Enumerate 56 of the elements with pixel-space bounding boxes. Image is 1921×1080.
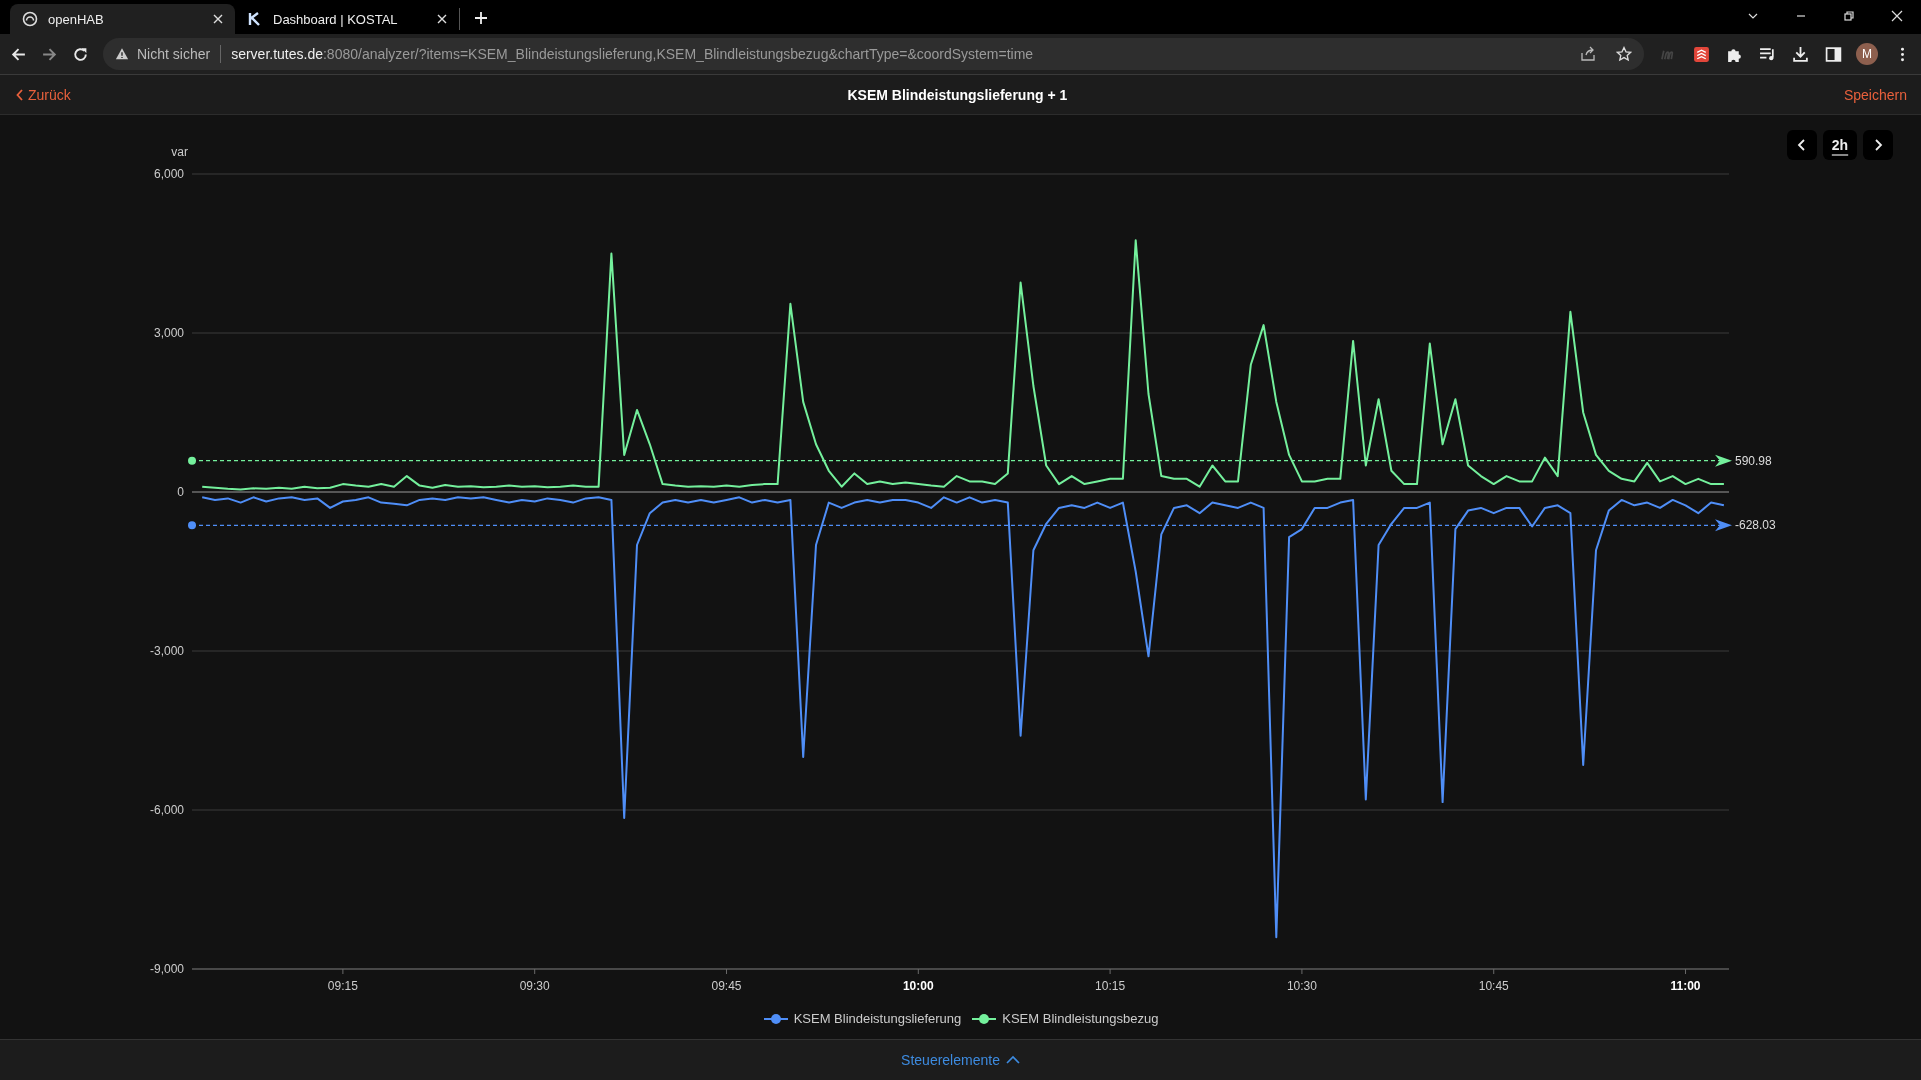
x-tick-label: 10:00: [902, 979, 934, 993]
star-icon[interactable]: [1616, 46, 1632, 62]
close-icon[interactable]: [213, 14, 223, 24]
plus-icon[interactable]: [474, 11, 488, 25]
media-list-icon[interactable]: [1759, 45, 1776, 63]
stack-logo-icon[interactable]: [1693, 45, 1710, 63]
page-title: KSEM Blindeistungslieferung + 1: [847, 86, 1068, 103]
chevron-left-icon: [1797, 138, 1807, 152]
profile-avatar[interactable]: M: [1856, 43, 1878, 65]
line-start-marker: [188, 456, 196, 465]
x-tick-label: 10:45: [1478, 979, 1509, 993]
line-start-marker: [188, 521, 196, 530]
save-link[interactable]: Speichern: [1843, 86, 1907, 103]
x-tick-label: 09:15: [327, 979, 358, 993]
x-tick-label: 10:30: [1286, 979, 1317, 993]
arrowhead-marker: [1715, 454, 1732, 467]
reload-icon[interactable]: [72, 45, 89, 63]
y-tick-label: -3,000: [149, 644, 184, 658]
x-tick-label: 09:45: [711, 979, 742, 993]
y-tick-label: 0: [177, 485, 184, 499]
address-bar[interactable]: Nicht sicher server.tutes.de:8080/analyzer/?items=KSEM_Blindeistungslieferung,KSEM_Blindleistungsbezug&chartType=&coordSystem=time: [103, 38, 1644, 70]
y-tick-label: 6,000: [153, 167, 184, 181]
legend-marker-icon: [971, 1012, 998, 1025]
chevron-up-icon: [1005, 1055, 1020, 1065]
browser-tab[interactable]: Dashboard | KOSTAL: [235, 8, 460, 30]
arrowhead-marker: [1715, 519, 1732, 532]
restore-icon[interactable]: [1843, 10, 1855, 22]
close-icon[interactable]: [1891, 10, 1903, 22]
download-icon[interactable]: [1792, 45, 1809, 63]
circle-logo-icon: [22, 11, 38, 27]
average-value: -628.03: [1735, 518, 1776, 533]
security-label: Nicht sicher: [137, 46, 211, 62]
back-link[interactable]: Zurück: [16, 86, 71, 103]
chevron-right-icon: [1873, 138, 1883, 152]
warning-icon: [115, 47, 129, 61]
url-text: server.tutes.de:8080/analyzer/?items=KSEM_Blindeistungslieferung,KSEM_Blindleistungsbezug&chartType=&coordSystem=time: [231, 46, 1034, 62]
next-button[interactable]: [1863, 130, 1893, 160]
previous-button[interactable]: [1787, 130, 1817, 160]
period-button[interactable]: 2h: [1823, 130, 1857, 160]
x-tick-label: 10:15: [1095, 979, 1126, 993]
browser-tab[interactable]: openHAB: [10, 4, 235, 34]
legend-item[interactable]: KSEM Blindleistungsbezug: [971, 1011, 1159, 1026]
y-tick-label: -9,000: [149, 962, 184, 976]
y-axis-label: var: [171, 145, 188, 159]
y-tick-label: -6,000: [149, 803, 184, 817]
legend-marker-icon: [762, 1012, 789, 1025]
x-tick-label: 11:00: [1670, 979, 1701, 993]
legend-item[interactable]: KSEM Blindeistungslieferung: [762, 1011, 962, 1026]
controls-toggle[interactable]: Steuerelemente: [901, 1052, 1020, 1068]
close-icon[interactable]: [437, 14, 447, 24]
average-value: 590.98: [1735, 453, 1772, 468]
share-icon[interactable]: [1580, 46, 1596, 62]
chevron-left-icon: [16, 88, 24, 101]
x-tick-label: 09:30: [519, 979, 550, 993]
y-tick-label: 3,000: [153, 326, 184, 340]
sidebar-icon[interactable]: [1825, 45, 1842, 63]
